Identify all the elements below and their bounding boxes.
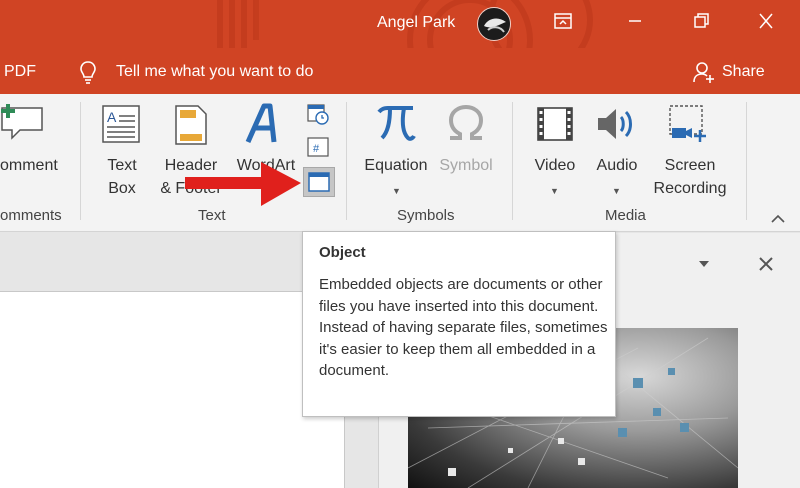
video-button[interactable]: Video	[528, 154, 582, 177]
ribbon: omment omments A Text Box Header & Foote…	[0, 94, 800, 232]
screen-recording-label-line1: Screen	[664, 157, 716, 174]
comment-icon	[1, 104, 43, 140]
restore-icon	[694, 13, 709, 28]
svg-text:A: A	[107, 109, 117, 125]
date-time-icon[interactable]	[306, 102, 330, 126]
close-icon	[759, 13, 773, 29]
text-box-label-line1: Text	[107, 157, 137, 174]
object-button[interactable]	[303, 167, 335, 197]
slide-number-icon[interactable]: #	[306, 136, 330, 158]
user-avatar[interactable]	[477, 7, 511, 41]
pi-equation-icon	[377, 106, 416, 141]
comments-group-label: omments	[0, 207, 62, 224]
wordart-icon	[245, 103, 277, 144]
tabs-bar: PDF Tell me what you want to do Share	[0, 48, 800, 94]
tooltip-title: Object	[319, 244, 366, 261]
minimize-button[interactable]	[624, 12, 646, 34]
omega-symbol-icon	[448, 104, 484, 140]
share-label: Share	[722, 63, 765, 80]
close-window-button[interactable]	[755, 12, 777, 34]
group-separator	[746, 102, 747, 220]
text-box-label-line2: Box	[108, 180, 136, 197]
slide-canvas[interactable]	[0, 291, 345, 488]
video-icon	[537, 107, 573, 141]
audio-speaker-icon	[598, 109, 632, 139]
ribbon-display-options-button[interactable]	[552, 12, 574, 34]
minimize-icon	[629, 20, 641, 22]
text-box-icon: A	[102, 105, 140, 143]
lightbulb-icon	[80, 61, 96, 84]
tooltip-body: Embedded objects are documents or other …	[319, 276, 608, 379]
tab-pdf[interactable]: PDF	[4, 63, 36, 81]
restore-button[interactable]	[690, 12, 712, 34]
group-separator	[512, 102, 513, 220]
tell-me-search[interactable]: Tell me what you want to do	[116, 63, 313, 81]
text-box-button[interactable]: Text Box	[98, 154, 146, 200]
screen-recording-button[interactable]: Screen Recording	[648, 154, 732, 200]
audio-button[interactable]: Audio	[590, 154, 644, 177]
dropdown-icon[interactable]	[697, 259, 711, 269]
screen-recording-icon	[669, 105, 706, 142]
red-arrow-annotation	[185, 162, 301, 206]
new-comment-button[interactable]: omment	[0, 154, 58, 177]
header-footer-icon	[175, 105, 207, 145]
ribbon-display-options-icon	[554, 13, 572, 29]
group-separator	[80, 102, 81, 220]
screen-recording-label-line2: Recording	[653, 180, 727, 197]
media-group-label: Media	[605, 207, 646, 224]
chevron-up-icon[interactable]	[770, 212, 786, 224]
audio-dropdown-icon: ▼	[612, 186, 621, 196]
video-dropdown-icon: ▼	[550, 186, 559, 196]
close-icon[interactable]	[757, 255, 775, 273]
title-bar: Angel Park	[0, 0, 800, 48]
object-tooltip: Object Embedded objects are documents or…	[302, 231, 616, 417]
object-icon	[308, 172, 330, 192]
symbol-button[interactable]: Symbol	[436, 154, 496, 177]
user-name: Angel Park	[377, 14, 456, 31]
symbols-group-label: Symbols	[397, 207, 455, 224]
equation-button[interactable]: Equation	[360, 154, 432, 177]
group-separator	[346, 102, 347, 220]
equation-dropdown-icon: ▼	[392, 186, 401, 196]
person-add-icon	[693, 62, 714, 83]
svg-text:#: #	[313, 143, 320, 155]
